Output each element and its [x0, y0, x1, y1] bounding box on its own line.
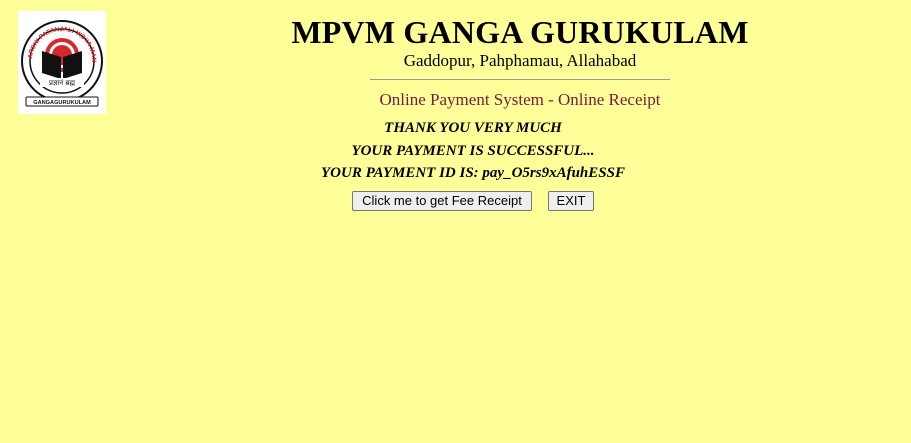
logo-bottom-text: GANGAGURUKULAM	[33, 100, 91, 106]
school-address: Gaddopur, Pahphamau, Allahabad	[403, 51, 637, 70]
logo-emblem-icon: MAHARSHI PATANJALI VIDYA MANDIR प्रज्ञान…	[18, 11, 103, 107]
header-divider	[370, 79, 670, 80]
thank-you-message: THANK YOU VERY MUCH	[384, 120, 562, 136]
payment-id-message: YOUR PAYMENT ID IS: pay_O5rs9xAfuhESSF	[321, 165, 625, 181]
exit-button[interactable]: EXIT	[548, 191, 594, 211]
school-logo: MAHARSHI PATANJALI VIDYA MANDIR प्रज्ञान…	[18, 11, 106, 114]
payment-success-message: YOUR PAYMENT IS SUCCESSFUL...	[351, 143, 595, 159]
school-name: MPVM GANGA GURUKULAM	[291, 14, 749, 50]
system-title: Online Payment System - Online Receipt	[379, 90, 661, 109]
get-fee-receipt-button[interactable]: Click me to get Fee Receipt	[352, 191, 532, 211]
logo-motto: प्रज्ञानं ब्रह्म	[49, 79, 75, 87]
